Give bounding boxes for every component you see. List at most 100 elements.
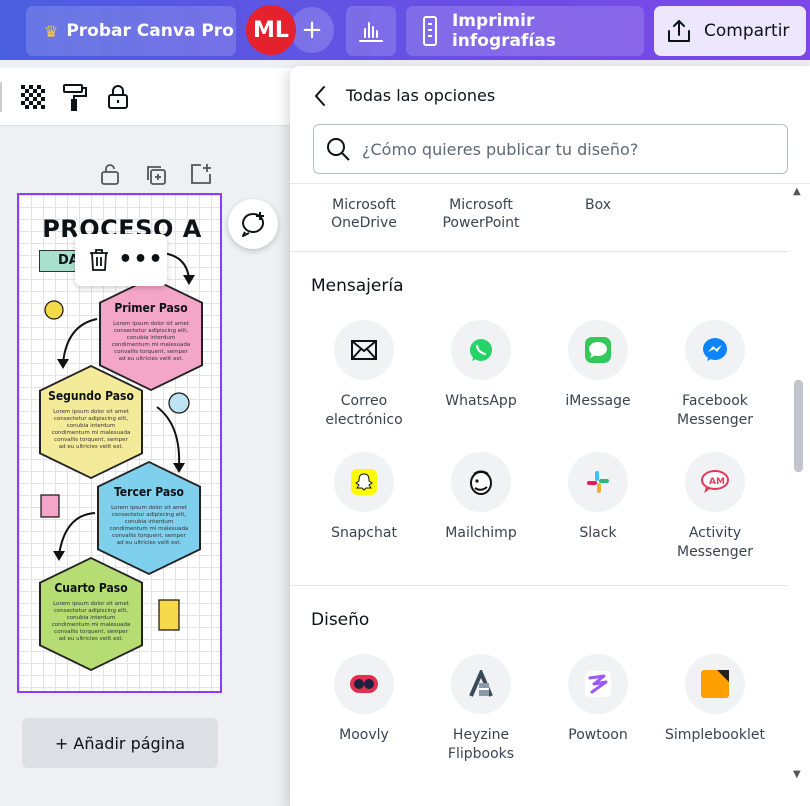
option-email[interactable]: Correo electrónico: [306, 320, 422, 430]
duplicate-page-button[interactable]: [144, 163, 168, 187]
more-options-button[interactable]: •••: [118, 246, 162, 274]
options-scrollbar[interactable]: ▲ ▼: [788, 184, 810, 806]
option-label: Slack: [579, 525, 617, 541]
step-title: Tercer Paso: [114, 485, 184, 499]
options-list: Microsoft OneDrive Microsoft PowerPoint …: [290, 184, 788, 806]
add-page-icon-button[interactable]: [189, 162, 213, 186]
option-heyzine[interactable]: Heyzine Flipbooks: [423, 654, 539, 764]
avatar[interactable]: ML: [246, 5, 296, 55]
arrowhead-1: [183, 275, 195, 285]
arrow-3: [156, 406, 181, 468]
step-text: Lorem ipsum dolor sit amet consectetur a…: [111, 321, 191, 362]
share-label: Compartir: [704, 21, 790, 41]
step-hexagon-1-fill: Primer Paso Lorem ipsum dolor sit amet c…: [101, 279, 201, 389]
plus-icon: +: [301, 15, 323, 45]
option-label: Facebook Messenger: [676, 393, 754, 428]
toolbar-divider: [0, 82, 2, 112]
try-canva-pro-label: Probar Canva Pro: [66, 21, 234, 41]
heyzine-icon: [451, 654, 511, 714]
activity-messenger-icon: AM: [685, 452, 745, 512]
option-simplebooklet[interactable]: Simplebooklet: [657, 654, 773, 745]
search-input[interactable]: ¿Cómo quieres publicar tu diseño?: [313, 124, 788, 174]
avatar-initials: ML: [253, 17, 289, 43]
section-divider: [290, 585, 788, 586]
step-hexagon-2-fill: Segundo Paso Lorem ipsum dolor sit amet …: [41, 367, 141, 477]
step-text: Lorem ipsum dolor sit amet consectetur a…: [51, 409, 131, 450]
option-box[interactable]: Box: [543, 196, 653, 214]
add-page-button[interactable]: + Añadir página: [22, 718, 218, 768]
option-whatsapp[interactable]: WhatsApp: [423, 320, 539, 411]
search-icon: [327, 138, 350, 161]
bar-chart-icon: [359, 22, 383, 42]
option-label: Mailchimp: [445, 525, 517, 541]
step-title: Primer Paso: [114, 301, 188, 315]
lock-page-button[interactable]: [99, 162, 123, 186]
option-facebook-messenger[interactable]: Facebook Messenger: [657, 320, 773, 430]
option-label: Heyzine Flipbooks: [447, 727, 515, 762]
add-page-icon: [191, 164, 211, 184]
option-moovly[interactable]: Moovly: [306, 654, 422, 745]
step-text: Lorem ipsum dolor sit amet consectetur a…: [51, 601, 131, 642]
try-canva-pro-button[interactable]: ♛ Probar Canva Pro: [26, 6, 236, 56]
add-comment-button[interactable]: [228, 199, 278, 249]
option-label: Microsoft OneDrive: [331, 197, 397, 231]
option-label: Microsoft PowerPoint: [442, 197, 520, 231]
simplebooklet-icon: [685, 654, 745, 714]
step-title: Cuarto Paso: [54, 581, 128, 595]
arrowhead-4: [53, 551, 65, 561]
option-powerpoint[interactable]: Microsoft PowerPoint: [426, 196, 536, 232]
lightbulb-pencil-icon: [168, 392, 190, 414]
option-label: iMessage: [565, 393, 631, 409]
chevron-left-icon: [314, 86, 325, 106]
back-button[interactable]: [308, 82, 332, 110]
print-icon: [422, 16, 437, 46]
powtoon-icon: [568, 654, 628, 714]
mailchimp-icon: [451, 452, 511, 512]
scroll-up-icon[interactable]: ▲: [793, 186, 801, 197]
delete-button[interactable]: [84, 246, 114, 274]
lock-button[interactable]: [103, 82, 133, 112]
arrow-4: [58, 512, 96, 556]
editor-toolbar: [0, 68, 300, 126]
option-snapchat[interactable]: Snapchat: [306, 452, 422, 543]
step-text: Lorem ipsum dolor sit amet consectetur a…: [109, 505, 189, 546]
transparency-button[interactable]: [18, 82, 48, 112]
svg-text:AM: AM: [709, 477, 725, 487]
print-infographics-button[interactable]: Imprimir infografías: [406, 6, 644, 56]
transparency-icon: [21, 85, 45, 109]
section-divider: [290, 251, 788, 252]
option-activity-messenger[interactable]: AM Activity Messenger: [657, 452, 773, 562]
comment-plus-icon: [242, 212, 265, 237]
section-title-design: Diseño: [311, 610, 370, 630]
panel-title: Todas las opciones: [346, 86, 496, 105]
crown-icon: ♛: [44, 21, 59, 41]
share-button[interactable]: Compartir: [654, 6, 806, 56]
option-imessage[interactable]: iMessage: [540, 320, 656, 411]
scroll-thumb[interactable]: [794, 380, 803, 472]
print-infographics-label: Imprimir infografías: [451, 11, 556, 51]
duplicate-icon: [147, 166, 166, 185]
paint-roller-button[interactable]: [60, 82, 90, 112]
element-context-menu: •••: [75, 234, 167, 286]
option-powtoon[interactable]: Powtoon: [540, 654, 656, 745]
imessage-icon: [568, 320, 628, 380]
insights-button[interactable]: [346, 6, 396, 56]
paint-roller-icon: [63, 84, 87, 111]
option-label: Correo electrónico: [325, 393, 403, 428]
add-page-label: + Añadir página: [54, 733, 186, 753]
step-hexagon-4-fill: Cuarto Paso Lorem ipsum dolor sit amet c…: [41, 559, 141, 669]
pencil-cup-icon: [40, 494, 60, 518]
whatsapp-icon: [451, 320, 511, 380]
share-upload-icon: [668, 20, 690, 42]
option-mailchimp[interactable]: Mailchimp: [423, 452, 539, 543]
scroll-down-icon[interactable]: ▼: [793, 769, 801, 780]
lock-page-icon: [101, 164, 119, 185]
arrowhead-3: [173, 463, 185, 473]
add-collaborator-button[interactable]: +: [290, 7, 334, 53]
share-options-panel: Todas las opciones ¿Cómo quieres publica…: [290, 66, 810, 806]
option-onedrive[interactable]: Microsoft OneDrive: [309, 196, 419, 232]
option-slack[interactable]: Slack: [540, 452, 656, 543]
arrow-2: [62, 318, 98, 364]
lightbulb-icon: [44, 300, 64, 320]
lock-icon: [108, 85, 128, 109]
